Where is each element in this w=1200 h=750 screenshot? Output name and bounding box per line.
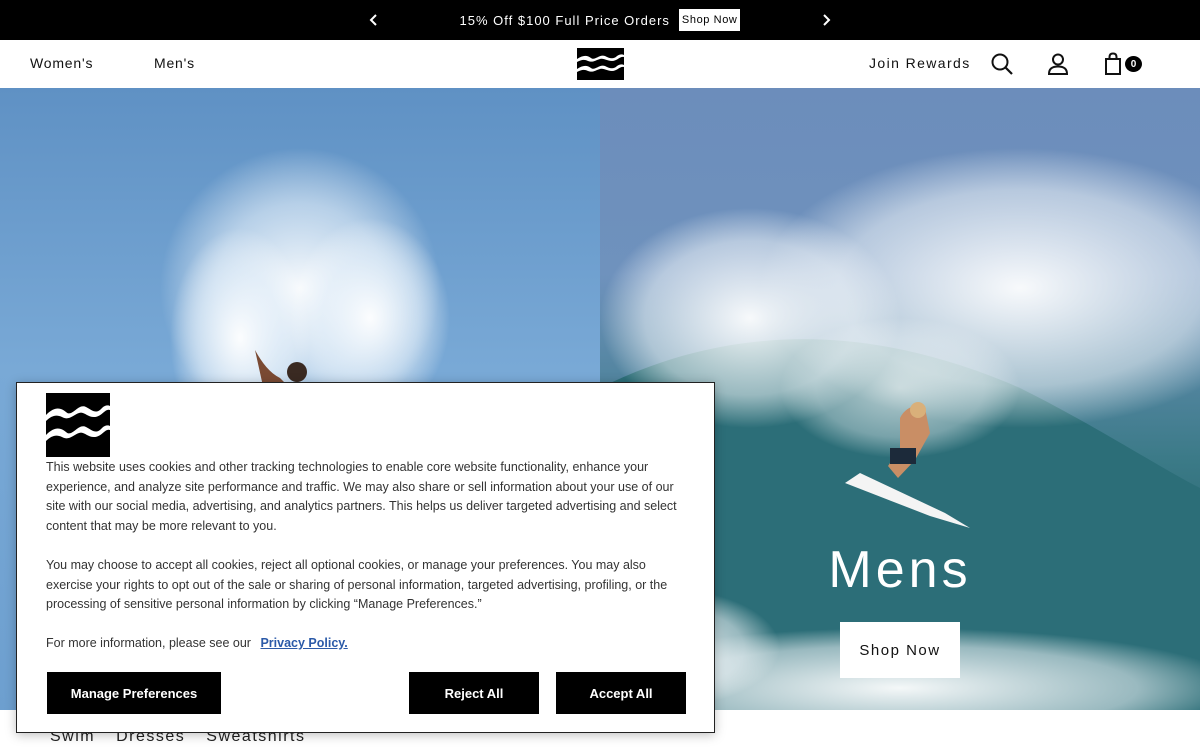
cookie-paragraph-1: This website uses cookies and other trac… — [46, 460, 677, 533]
chevron-left-icon[interactable] — [364, 10, 384, 30]
manage-preferences-button[interactable]: Manage Preferences — [47, 672, 221, 714]
privacy-policy-link[interactable]: Privacy Policy. — [260, 636, 347, 650]
nav-women[interactable]: Women's — [30, 55, 93, 71]
reject-all-button[interactable]: Reject All — [409, 672, 539, 714]
cookie-consent-dialog: This website uses cookies and other trac… — [16, 382, 715, 733]
user-icon[interactable] — [1046, 52, 1070, 76]
accept-all-button[interactable]: Accept All — [556, 672, 686, 714]
nav-men[interactable]: Men's — [154, 55, 195, 71]
billabong-logo-icon — [46, 393, 110, 457]
search-icon[interactable] — [990, 52, 1014, 76]
shopping-bag-icon[interactable] — [1102, 52, 1126, 76]
site-header: Women's Men's Join Rewards 0 — [0, 40, 1200, 88]
promo-bar: 15% Off $100 Full Price Orders Shop Now — [0, 0, 1200, 40]
cookie-paragraph-3: For more information, please see our Pri… — [46, 634, 691, 654]
hero-mens-shop-now-button[interactable]: Shop Now — [840, 622, 960, 678]
promo-shop-now-button[interactable]: Shop Now — [678, 9, 741, 31]
cookie-more-info-text: For more information, please see our — [46, 636, 251, 650]
promo-text: 15% Off $100 Full Price Orders — [459, 12, 670, 28]
billabong-logo-icon[interactable] — [577, 48, 624, 80]
chevron-right-icon[interactable] — [816, 10, 836, 30]
cart-count-badge: 0 — [1125, 56, 1142, 72]
join-rewards-link[interactable]: Join Rewards — [869, 55, 971, 71]
cookie-paragraph-2: You may choose to accept all cookies, re… — [46, 558, 668, 611]
